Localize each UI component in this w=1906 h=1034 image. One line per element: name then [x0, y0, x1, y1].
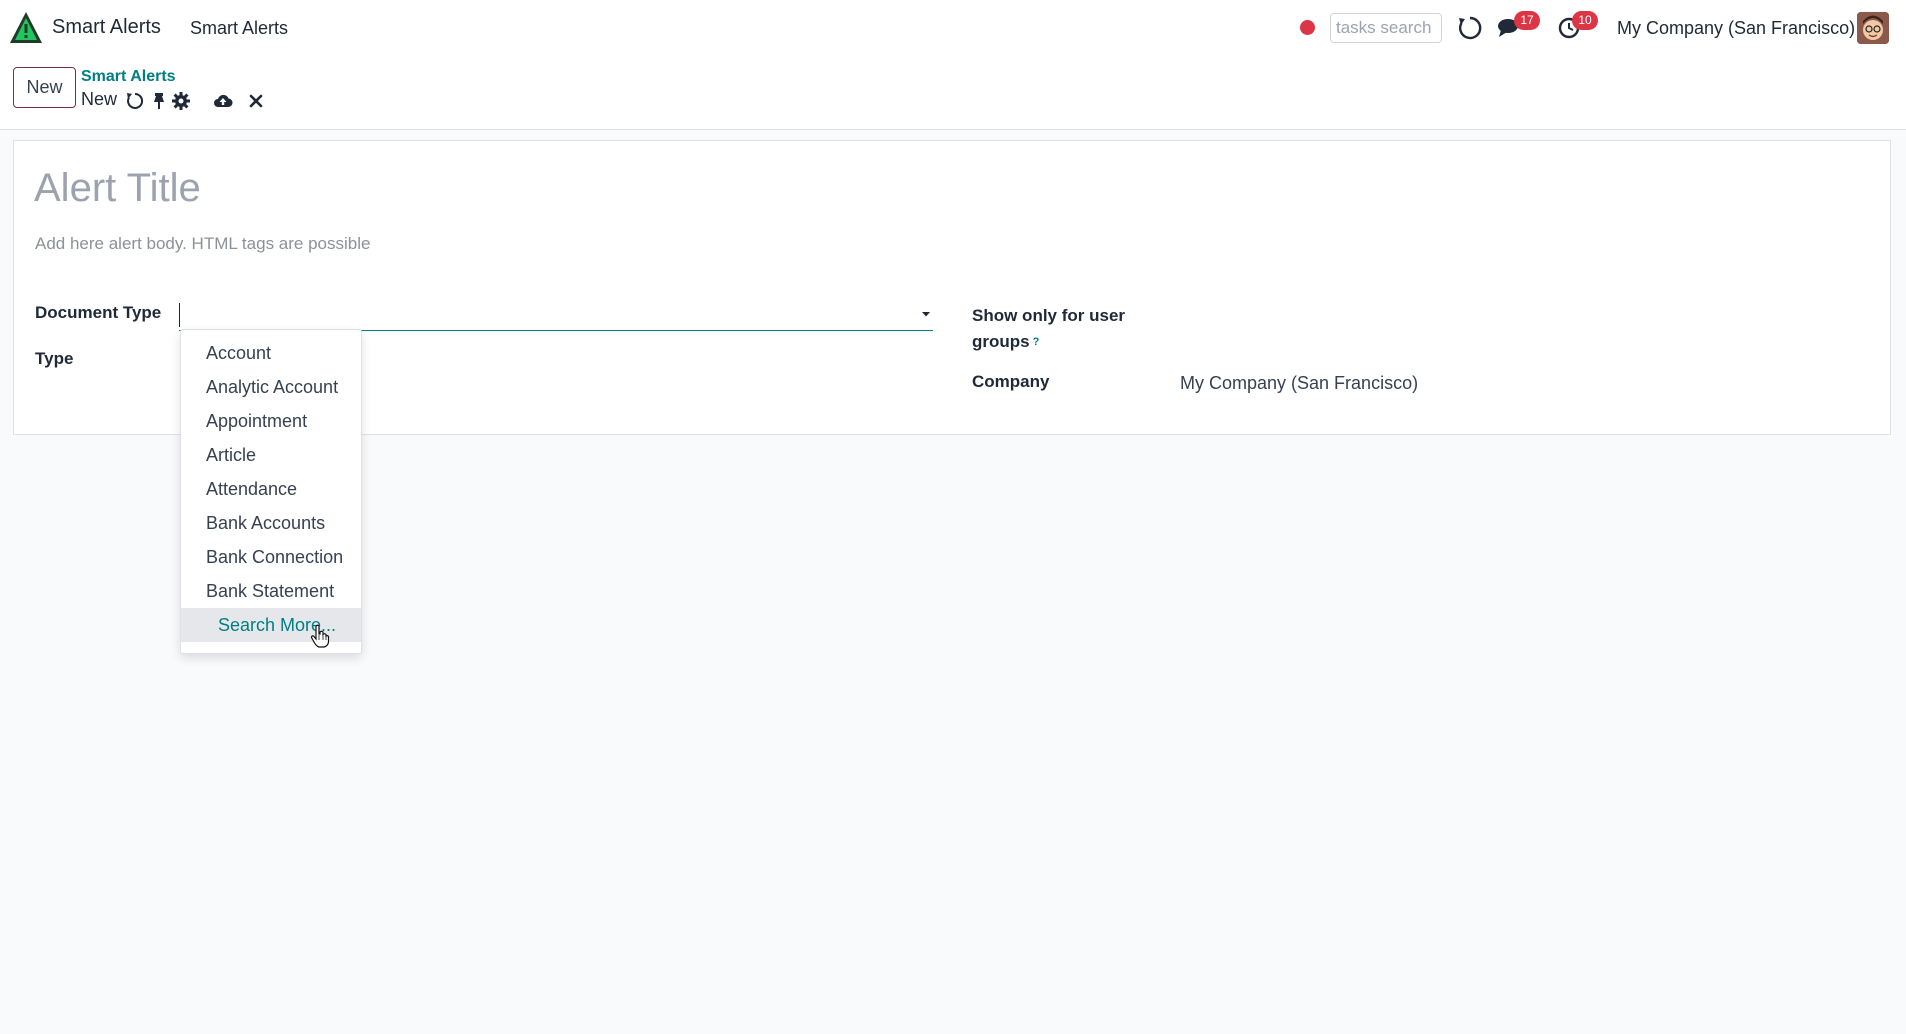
close-icon[interactable]: [246, 91, 266, 111]
activities-badge: 10: [1572, 11, 1598, 30]
search-more-button[interactable]: Search More...: [181, 608, 361, 642]
dropdown-item[interactable]: Article: [181, 438, 361, 472]
company-label: Company: [972, 372, 1050, 391]
app-logo-icon[interactable]: [8, 10, 44, 46]
document-type-dropdown: Account Analytic Account Appointment Art…: [180, 329, 362, 654]
breadcrumb-smart-alerts[interactable]: Smart Alerts: [81, 68, 176, 86]
company-switcher[interactable]: My Company (San Francisco): [1617, 18, 1855, 39]
user-groups-label-line2: groups: [972, 332, 1030, 351]
dropdown-item[interactable]: Attendance: [181, 472, 361, 506]
refresh-systray-icon[interactable]: [1457, 15, 1483, 41]
dropdown-item[interactable]: Appointment: [181, 404, 361, 438]
app-name[interactable]: Smart Alerts: [52, 16, 161, 39]
tasks-search-input[interactable]: [1330, 13, 1442, 43]
dropdown-item[interactable]: Bank Statement: [181, 574, 361, 608]
user-avatar[interactable]: [1857, 12, 1889, 44]
document-type-input[interactable]: [179, 303, 899, 327]
dropdown-item[interactable]: Analytic Account: [181, 370, 361, 404]
hand-cursor-icon: [310, 624, 330, 648]
top-navbar: Smart Alerts Smart Alerts 17 10 My Compa…: [0, 0, 1906, 57]
messages-badge: 17: [1514, 11, 1540, 30]
type-label: Type: [35, 349, 74, 368]
company-field[interactable]: My Company (San Francisco): [1180, 373, 1418, 394]
help-tooltip-icon[interactable]: ?: [1033, 336, 1040, 348]
chevron-down-icon[interactable]: [919, 307, 933, 321]
pin-icon[interactable]: [149, 91, 169, 111]
alert-body-field[interactable]: Add here alert body. HTML tags are possi…: [35, 234, 370, 254]
dropdown-item[interactable]: Account: [181, 336, 361, 370]
control-panel: New Smart Alerts New: [0, 57, 1906, 130]
new-button[interactable]: New: [13, 67, 76, 108]
document-type-label: Document Type: [35, 303, 162, 322]
user-groups-label: Show only for user groups?: [972, 303, 1125, 355]
gear-icon[interactable]: [171, 91, 191, 111]
refresh-icon[interactable]: [125, 91, 145, 111]
breadcrumb-current-record: New: [81, 89, 118, 109]
document-type-field[interactable]: [179, 301, 933, 331]
cloud-upload-icon[interactable]: [213, 91, 233, 111]
avatar-face-icon: [1857, 12, 1889, 44]
user-groups-label-line1: Show only for user: [972, 306, 1126, 325]
dropdown-item[interactable]: Bank Accounts: [181, 506, 361, 540]
alert-title-input[interactable]: [34, 166, 934, 211]
dropdown-item[interactable]: Bank Connection: [181, 540, 361, 574]
recording-indicator-icon[interactable]: [1300, 20, 1315, 35]
menu-item-smart-alerts[interactable]: Smart Alerts: [190, 18, 288, 39]
